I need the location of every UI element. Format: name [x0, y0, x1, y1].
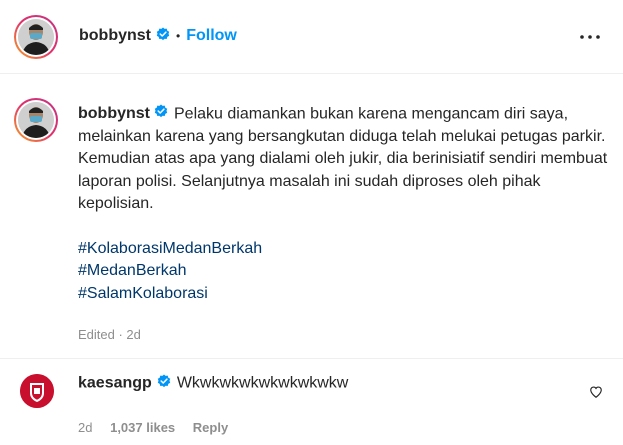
hashtag-link[interactable]: #SalamKolaborasi [78, 283, 618, 306]
follow-button[interactable]: Follow [186, 27, 237, 45]
hashtag-link[interactable]: #MedanBerkah [78, 260, 618, 283]
verified-badge-icon [157, 374, 171, 393]
hashtag-link[interactable]: #KolaborasiMedanBerkah [78, 238, 618, 261]
header-username[interactable]: bobbynst [79, 27, 151, 45]
comment-likes[interactable]: 1,037 likes [110, 420, 175, 435]
verified-badge-icon [154, 103, 168, 126]
post-header: bobbynst • Follow [0, 0, 623, 74]
verified-badge-icon [156, 27, 170, 46]
caption-meta: Edited · 2d [78, 327, 141, 342]
comment-text: Wkwkwkwkwkwkwkwkw [176, 374, 349, 392]
avatar-image [18, 102, 54, 138]
avatar-image [18, 19, 54, 55]
comment-meta: 2d 1,037 likes Reply [78, 420, 242, 435]
post-caption: bobbynst Pelaku diamankan bukan karena me… [78, 103, 618, 305]
comment-avatar[interactable] [20, 374, 54, 408]
crest-icon [20, 374, 54, 408]
more-options-icon[interactable] [579, 26, 601, 53]
reply-button[interactable]: Reply [193, 420, 228, 435]
comment-time: 2d [78, 420, 93, 435]
header-separator: • [176, 29, 181, 43]
header-avatar[interactable] [14, 15, 58, 59]
divider [0, 358, 623, 359]
caption-username[interactable]: bobbynst [78, 105, 150, 122]
comment-username[interactable]: kaesangp [78, 375, 152, 392]
caption-avatar[interactable] [14, 98, 58, 142]
comment: kaesangp Wkwkwkwkwkwkwkwkw [78, 374, 348, 393]
like-heart-icon[interactable] [589, 385, 603, 404]
